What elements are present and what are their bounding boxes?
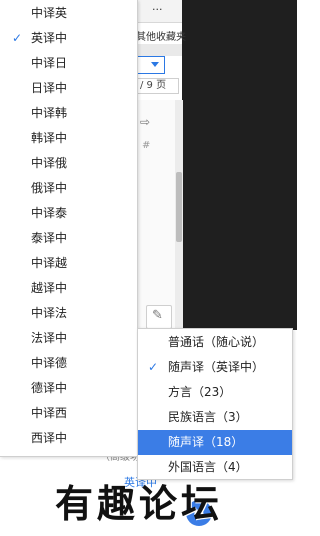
other-favorites-folder[interactable]: 其他收藏夹 <box>136 28 186 43</box>
language-menu-item[interactable]: 中译韩 <box>0 101 137 126</box>
voice-mode-item-label: 方言（23） <box>168 385 232 399</box>
language-menu-item-label: 中译韩 <box>31 106 68 120</box>
language-menu-item-label: 中译俄 <box>31 156 68 170</box>
language-menu-item-label: 中译法 <box>31 306 68 320</box>
chevron-down-icon <box>151 62 159 67</box>
page-counter: / 9 页 <box>136 78 179 94</box>
voice-mode-item[interactable]: ✓ 随声译（英译中） <box>138 355 292 380</box>
language-menu-item[interactable]: 泰译中 <box>0 226 137 251</box>
language-menu-item[interactable]: 法译中 <box>0 326 137 351</box>
language-menu-item-label: 中译日 <box>31 56 68 70</box>
language-menu-item[interactable]: ✓ 英译中 <box>0 26 137 51</box>
language-menu-item[interactable]: 德译中 <box>0 376 137 401</box>
language-menu-item-label: 英译中 <box>31 31 68 45</box>
checkmark-icon: ✓ <box>148 360 159 374</box>
language-menu-item[interactable]: 中译日 <box>0 51 137 76</box>
language-menu-item[interactable]: 韩译中 <box>0 126 137 151</box>
voice-mode-item-label: 民族语言（3） <box>168 410 248 424</box>
checkmark-icon: ✓ <box>12 31 23 45</box>
more-menu-icon[interactable]: ··· <box>152 3 163 16</box>
language-menu-item-label: 日译中 <box>31 81 68 95</box>
hash-icon: # <box>142 140 151 151</box>
language-menu-item-label: 中译英 <box>31 6 68 20</box>
language-menu-item-label: 中译泰 <box>31 206 68 220</box>
voice-mode-item[interactable]: 外国语言（4） <box>138 455 292 480</box>
language-menu-item[interactable]: 中译德 <box>0 351 137 376</box>
language-menu-item[interactable]: 中译俄 <box>0 151 137 176</box>
language-menu-item-label: 中译西 <box>31 406 68 420</box>
language-menu-item[interactable]: 中译泰 <box>0 201 137 226</box>
language-menu-item[interactable]: 中译英 <box>0 1 137 26</box>
language-menu-item-label: 法译中 <box>31 331 68 345</box>
language-pair-menu: 中译英 ✓ 英译中中译日日译中中译韩韩译中中译俄俄译中中译泰泰译中中译越越译中中译法… <box>0 0 138 457</box>
watermark-logo: 有趣论坛 <box>55 481 224 526</box>
voice-mode-item[interactable]: 普通话（随心说） <box>138 330 292 355</box>
language-menu-item-label: 中译越 <box>31 256 68 270</box>
edit-icon: ✎ <box>152 308 163 323</box>
language-menu-item[interactable]: 西译中 <box>0 426 137 451</box>
language-menu-item-label: 泰译中 <box>31 231 68 245</box>
language-menu-item-label: 中译德 <box>31 356 68 370</box>
voice-mode-item[interactable]: 随声译（18） <box>138 430 292 455</box>
dropdown-button[interactable] <box>137 56 165 74</box>
browser-toolbar: ··· <box>136 0 182 23</box>
voice-mode-item-label: 普通话（随心说） <box>168 335 265 349</box>
language-menu-item-label: 韩译中 <box>31 131 68 145</box>
voice-mode-menu: 普通话（随心说） ✓ 随声译（英译中） 方言（23） 民族语言（3） 随声译（18） 外国语… <box>137 328 293 480</box>
language-menu-item[interactable]: 中译越 <box>0 251 137 276</box>
scrollbar-thumb[interactable] <box>176 172 182 242</box>
arrow-icon: ⇨ <box>140 115 151 129</box>
language-menu-item-label: 越译中 <box>31 281 68 295</box>
language-menu-item[interactable]: 俄译中 <box>0 176 137 201</box>
language-menu-item-label: 德译中 <box>31 381 68 395</box>
voice-mode-item[interactable]: 民族语言（3） <box>138 405 292 430</box>
document-panel <box>136 100 177 332</box>
language-menu-item[interactable]: 中译法 <box>0 301 137 326</box>
voice-mode-item-label: 外国语言（4） <box>168 460 248 474</box>
toolbar-band <box>136 44 182 56</box>
dark-side-pane <box>182 0 297 330</box>
language-menu-item[interactable]: 中译西 <box>0 401 137 426</box>
voice-mode-item[interactable]: 方言（23） <box>138 380 292 405</box>
edit-button[interactable]: ✎ <box>146 305 172 329</box>
language-menu-item[interactable]: 越译中 <box>0 276 137 301</box>
language-menu-item[interactable]: 日译中 <box>0 76 137 101</box>
language-menu-item-label: 西译中 <box>31 431 68 445</box>
language-menu-item-label: 俄译中 <box>31 181 68 195</box>
voice-mode-item-label: 随声译（英译中） <box>168 360 265 374</box>
voice-mode-item-label: 随声译（18） <box>168 435 244 449</box>
